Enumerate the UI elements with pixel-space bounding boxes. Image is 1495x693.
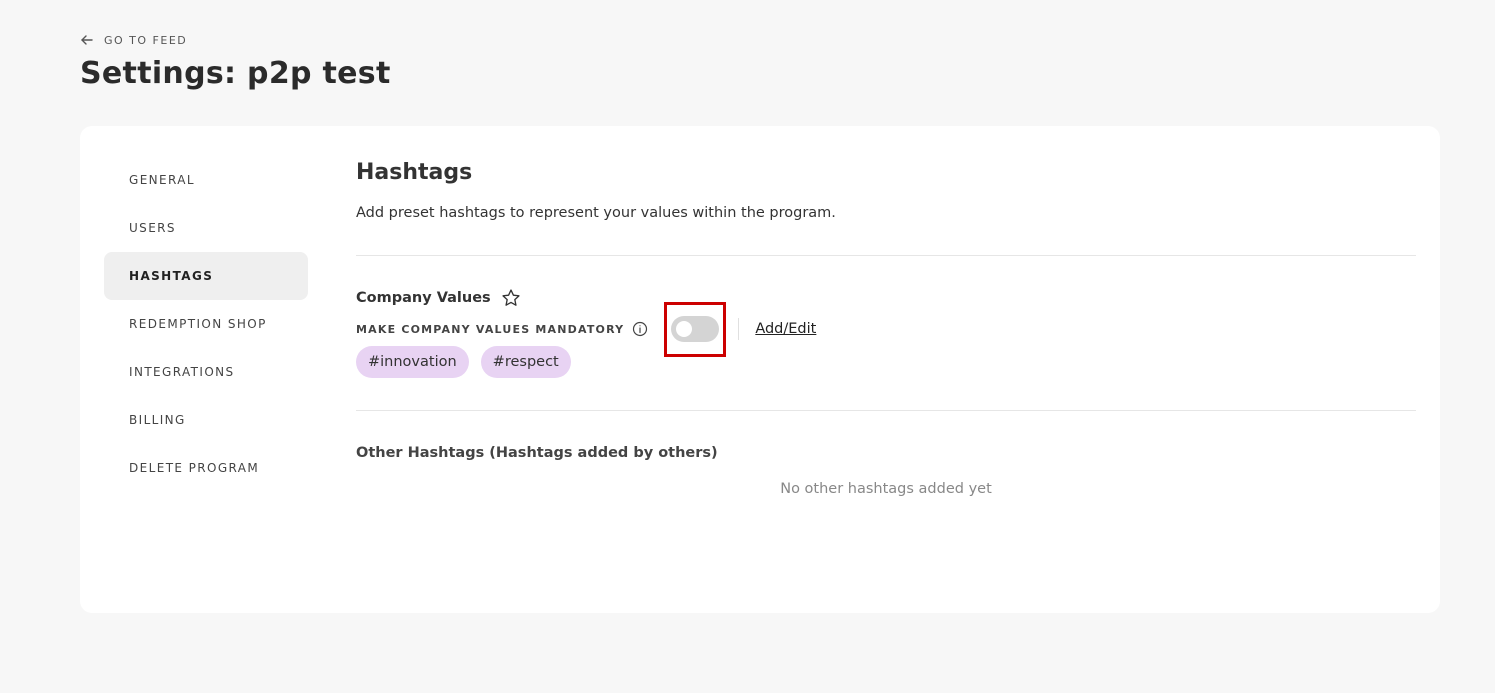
divider (356, 255, 1416, 256)
company-values-title: Company Values (356, 290, 491, 306)
go-to-feed-label: GO TO FEED (104, 33, 188, 47)
hashtags-section: Hashtags Add preset hashtags to represen… (356, 156, 1416, 497)
hashtag-chip[interactable]: #innovation (356, 346, 469, 378)
sidebar-item-label: USERS (129, 221, 176, 235)
sidebar-item-label: BILLING (129, 413, 186, 427)
sidebar-item-delete-program[interactable]: DELETE PROGRAM (104, 444, 308, 492)
section-description: Add preset hashtags to represent your va… (356, 205, 836, 221)
sidebar-item-label: GENERAL (129, 173, 195, 187)
sidebar-item-integrations[interactable]: INTEGRATIONS (104, 348, 308, 396)
mandatory-row: MAKE COMPANY VALUES MANDATORY Add/Edit (356, 301, 1416, 357)
toggle-highlight-box (664, 301, 727, 357)
sidebar-item-users[interactable]: USERS (104, 204, 308, 252)
sidebar-item-label: INTEGRATIONS (129, 365, 235, 379)
sidebar-item-label: DELETE PROGRAM (129, 461, 260, 475)
sidebar-item-hashtags[interactable]: HASHTAGS (104, 252, 308, 300)
sidebar-item-label: REDEMPTION SHOP (129, 317, 267, 331)
vertical-separator (738, 318, 740, 340)
sidebar-item-general[interactable]: GENERAL (104, 156, 308, 204)
mandatory-toggle[interactable] (671, 316, 720, 342)
company-values-tags: #innovation #respect (356, 346, 1416, 378)
toggle-knob (676, 321, 693, 337)
settings-card: GENERAL USERS HASHTAGS REDEMPTION SHOP I… (80, 126, 1440, 613)
page-title: Settings: p2p test (80, 56, 391, 91)
section-title: Hashtags (356, 160, 473, 185)
empty-state-text: No other hashtags added yet (780, 481, 992, 497)
arrow-left-icon (81, 35, 93, 45)
info-circle-icon[interactable] (632, 321, 648, 337)
sidebar-item-label: HASHTAGS (129, 269, 214, 283)
company-values-header: Company Values (356, 288, 1416, 308)
add-edit-link[interactable]: Add/Edit (755, 321, 816, 337)
divider (356, 410, 1416, 411)
go-to-feed-link[interactable]: GO TO FEED (80, 33, 187, 47)
hashtag-chip[interactable]: #respect (480, 346, 571, 378)
other-hashtags-title: Other Hashtags (Hashtags added by others… (356, 445, 718, 461)
star-outline-icon[interactable] (501, 288, 521, 308)
mandatory-label: MAKE COMPANY VALUES MANDATORY (356, 322, 625, 336)
sidebar-item-billing[interactable]: BILLING (104, 396, 308, 444)
sidebar-item-redemption-shop[interactable]: REDEMPTION SHOP (104, 300, 308, 348)
settings-sidebar: GENERAL USERS HASHTAGS REDEMPTION SHOP I… (104, 156, 308, 492)
